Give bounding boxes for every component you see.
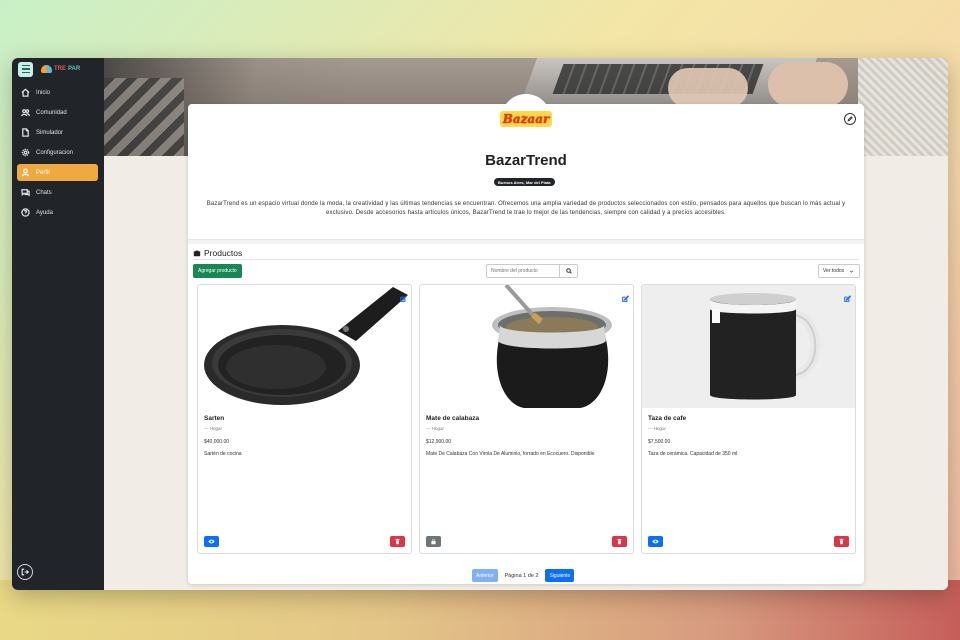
eye-icon — [652, 539, 659, 544]
previous-page-button[interactable]: Anterior — [472, 569, 498, 582]
view-product-button[interactable] — [648, 536, 663, 547]
sidebar-item-configuracion[interactable]: Configuracion — [17, 144, 98, 161]
bag-icon — [193, 250, 201, 257]
banner-hand-left — [668, 68, 748, 108]
product-price: $40,000.00 — [204, 439, 230, 445]
lock-icon — [431, 538, 436, 545]
logo-text-a: TRE — [54, 66, 66, 72]
product-category: — Hogar — [204, 426, 223, 431]
edit-product-icon[interactable] — [844, 289, 852, 302]
products-title: Productos — [204, 248, 243, 258]
product-category-value: Hogar — [653, 426, 667, 431]
product-image-mate — [420, 285, 633, 408]
chevron-down-icon — [849, 270, 854, 273]
trash-icon — [395, 538, 400, 545]
delete-product-button[interactable] — [612, 536, 627, 547]
product-image-pan — [198, 285, 411, 408]
add-product-button[interactable]: Agregar producto — [193, 264, 242, 278]
product-category: — Hogar — [426, 426, 445, 431]
sidebar-item-label: Simulador — [36, 129, 64, 136]
banner-object — [104, 78, 184, 156]
product-category-value: Hogar — [209, 426, 223, 431]
next-page-button[interactable]: Siguiente — [545, 569, 575, 582]
product-grid: Sarten — Hogar $40,000.00 Sartén de coci… — [197, 284, 856, 554]
sidebar-item-label: Configuracion — [36, 149, 74, 156]
sidebar-item-simulador[interactable]: Simulador — [17, 124, 98, 141]
location-badge: Buenos Aires, Mar del Plata — [494, 178, 555, 186]
view-product-button[interactable] — [204, 536, 219, 547]
eye-icon — [208, 539, 215, 544]
product-description: Taza de cerámica. Capacidad de 350 ml — [648, 451, 738, 457]
filter-selected-value: Ver todos — [823, 268, 845, 274]
menu-toggle-icon[interactable] — [18, 61, 33, 77]
store-logo-text: Bazaar — [499, 111, 553, 127]
pagination: Anterior Página 1 de 2 Siguiente — [472, 569, 575, 582]
sidebar-item-inicio[interactable]: Inicio — [17, 84, 98, 101]
home-icon — [21, 88, 30, 97]
sidebar: TRE PAR Inicio Comunidad Simulador Config… — [12, 58, 104, 590]
banner-hand-right — [768, 62, 848, 107]
section-divider — [188, 239, 864, 244]
sidebar-item-comunidad[interactable]: Comunidad — [17, 104, 98, 121]
help-icon — [21, 208, 30, 217]
logout-icon — [21, 568, 29, 576]
product-card: Taza de cafe — Hogar $7,500.00 Taza de c… — [641, 284, 856, 554]
product-description: Mate De Calabaza Con Virola De Aluminio,… — [426, 451, 595, 457]
store-logo: Bazaar — [499, 94, 553, 144]
product-card: Mate de calabaza — Hogar $12,900.00 Mate… — [419, 284, 634, 554]
app-logo[interactable]: TRE PAR — [41, 65, 80, 73]
product-category-value: Hogar — [431, 426, 445, 431]
page-indicator: Página 1 de 2 — [504, 572, 539, 579]
trash-icon — [617, 538, 622, 545]
users-icon — [21, 108, 30, 117]
edit-product-icon[interactable] — [622, 289, 630, 302]
app-window: TRE PAR Inicio Comunidad Simulador Config… — [12, 58, 948, 590]
product-name: Mate de calabaza — [426, 415, 480, 422]
logo-mark-icon — [41, 65, 52, 73]
banner-sweater — [858, 58, 948, 156]
chat-icon — [21, 188, 30, 197]
sidebar-item-label: Chats — [36, 189, 52, 196]
sidebar-item-label: Perfil — [36, 169, 50, 176]
product-price: $7,500.00 — [648, 439, 671, 445]
sidebar-item-ayuda[interactable]: Ayuda — [17, 204, 98, 221]
file-icon — [21, 128, 30, 137]
sidebar-item-label: Comunidad — [36, 109, 67, 116]
search-button[interactable] — [560, 264, 578, 278]
sidebar-item-label: Inicio — [36, 89, 51, 96]
search-input[interactable] — [486, 264, 560, 278]
store-description: BazarTrend es un espacio virtual donde l… — [206, 201, 846, 216]
product-card: Sarten — Hogar $40,000.00 Sartén de coci… — [197, 284, 412, 554]
main-content: Bazaar BazarTrend Buenos Aires, Mar del … — [104, 58, 948, 590]
sidebar-nav: Inicio Comunidad Simulador Configuracion… — [12, 84, 104, 221]
delete-product-button[interactable] — [834, 536, 849, 547]
product-name: Taza de cafe — [648, 415, 687, 422]
products-divider — [193, 259, 859, 260]
edit-icon — [847, 116, 853, 122]
store-profile-card: Bazaar BazarTrend Buenos Aires, Mar del … — [188, 94, 864, 584]
sidebar-item-chats[interactable]: Chats — [17, 184, 98, 201]
trash-icon — [839, 538, 844, 545]
product-price: $12,900.00 — [426, 439, 452, 445]
user-icon — [21, 168, 30, 177]
edit-product-icon[interactable] — [400, 289, 408, 302]
edit-profile-button[interactable] — [844, 113, 856, 125]
product-name: Sarten — [204, 415, 225, 422]
gear-icon — [21, 148, 30, 157]
product-image-mug — [642, 285, 855, 408]
product-category: — Hogar — [648, 426, 667, 431]
products-heading: Productos — [193, 248, 242, 258]
sidebar-header: TRE PAR — [12, 58, 104, 80]
store-name: BazarTrend — [485, 152, 567, 169]
product-locked-button[interactable] — [426, 536, 441, 547]
product-description: Sartén de cocina — [204, 451, 242, 457]
sidebar-item-label: Ayuda — [36, 209, 53, 216]
product-search — [486, 264, 578, 278]
filter-select[interactable]: Ver todos — [818, 264, 860, 278]
delete-product-button[interactable] — [390, 536, 405, 547]
logout-button[interactable] — [17, 564, 33, 580]
search-icon — [565, 268, 572, 274]
sidebar-item-perfil[interactable]: Perfil — [17, 164, 98, 181]
logo-text-b: PAR — [68, 66, 81, 72]
